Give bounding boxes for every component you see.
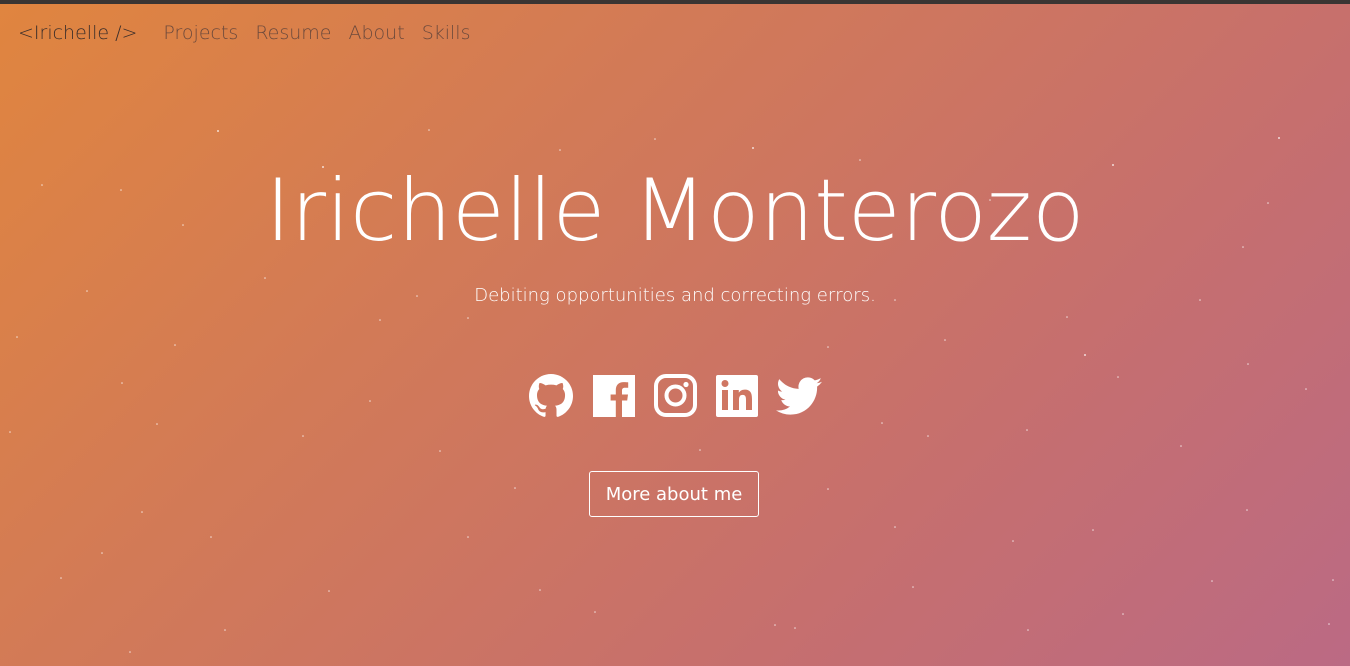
instagram-icon[interactable]	[651, 372, 699, 420]
social-links	[0, 372, 1350, 420]
facebook-icon[interactable]	[589, 372, 637, 420]
nav-link-projects[interactable]: Projects	[163, 22, 238, 44]
github-icon[interactable]	[527, 372, 575, 420]
top-navigation: <Irichelle /> Projects Resume About Skil…	[18, 22, 488, 44]
nav-link-resume[interactable]: Resume	[255, 22, 331, 44]
hero-name: Irichelle Monterozo	[265, 161, 1085, 261]
nav-link-about[interactable]: About	[349, 22, 405, 44]
nav-link-skills[interactable]: Skills	[422, 22, 471, 44]
linkedin-icon[interactable]	[713, 372, 761, 420]
hero-page: <Irichelle /> Projects Resume About Skil…	[0, 0, 1350, 666]
brand-link[interactable]: <Irichelle />	[18, 22, 137, 44]
window-top-bar	[0, 0, 1350, 4]
more-about-me-button[interactable]: More about me	[589, 471, 759, 517]
twitter-icon[interactable]	[775, 372, 823, 420]
star-particles	[9, 129, 1334, 653]
hero-tagline: Debiting opportunities and correcting er…	[474, 285, 876, 306]
